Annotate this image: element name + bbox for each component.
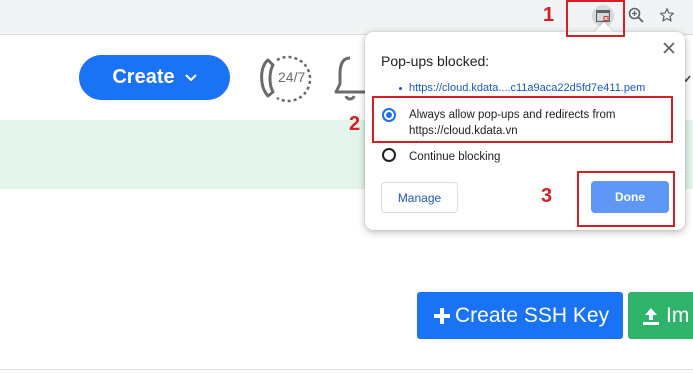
upload-icon — [643, 307, 659, 325]
radio-always-allow[interactable] — [382, 108, 396, 122]
continue-blocking-label[interactable]: Continue blocking — [409, 149, 500, 165]
create-button-label: Create — [112, 66, 175, 88]
annotation-number-2: 2 — [349, 113, 361, 135]
plus-icon — [434, 307, 450, 324]
annotation-number-1: 1 — [543, 4, 555, 26]
address-bar[interactable] — [0, 2, 684, 31]
chevron-down-icon — [184, 73, 197, 81]
zoom-icon[interactable] — [627, 6, 645, 24]
radio-continue-blocking[interactable] — [382, 148, 396, 162]
divider — [0, 369, 693, 370]
import-button[interactable]: Im — [628, 292, 693, 339]
close-icon[interactable] — [662, 41, 676, 55]
annotation-number-3: 3 — [541, 185, 553, 207]
manage-button[interactable]: Manage — [381, 182, 458, 213]
browser-toolbar — [0, 0, 693, 35]
done-button[interactable]: Done — [591, 181, 669, 213]
support-24-7-icon[interactable]: 24/7 — [256, 52, 312, 109]
always-allow-label[interactable]: Always allow pop-ups and redirects from … — [409, 107, 677, 139]
popups-blocked-dialog: Pop-ups blocked: https://cloud.kdata....… — [365, 32, 685, 230]
popup-title: Pop-ups blocked: — [381, 53, 490, 69]
bell-icon[interactable] — [334, 52, 366, 109]
blocked-popup-link[interactable]: https://cloud.kdata....c11a9aca22d5fd7e4… — [409, 82, 645, 94]
create-button[interactable]: Create — [79, 55, 230, 100]
create-ssh-key-label: Create SSH Key — [455, 303, 610, 327]
create-ssh-key-button[interactable]: Create SSH Key — [417, 292, 623, 339]
support-24-7-label: 24/7 — [278, 69, 306, 85]
bullet-icon — [399, 87, 402, 90]
import-label: Im — [666, 303, 690, 327]
star-icon[interactable] — [658, 6, 676, 24]
